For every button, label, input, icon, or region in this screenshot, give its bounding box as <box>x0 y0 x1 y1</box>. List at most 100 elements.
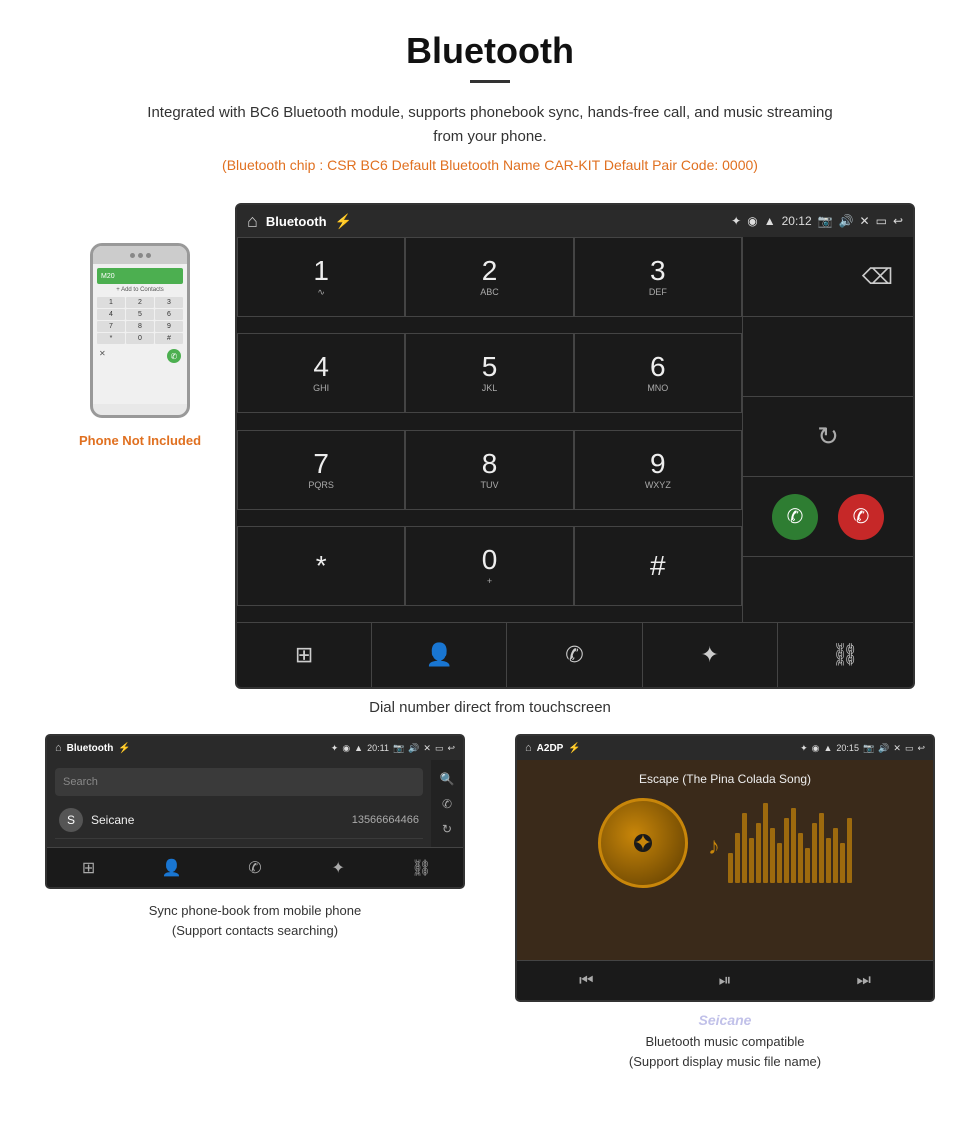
contact-number: 13566664466 <box>352 814 419 826</box>
main-caption: Dial number direct from touchscreen <box>0 699 980 716</box>
location-icon: ◉ <box>747 214 757 228</box>
phone-key: 3 <box>155 297 183 308</box>
key-6[interactable]: 6MNO <box>574 333 742 413</box>
key-4[interactable]: 4GHI <box>237 333 405 413</box>
music-home-icon: ⌂ <box>525 742 532 754</box>
phone-key: 8 <box>126 321 154 332</box>
hangup-button[interactable]: ✆ <box>838 494 884 540</box>
pb-link-btn[interactable]: ⛓ <box>380 848 463 887</box>
bluetooth-specs: (Bluetooth chip : CSR BC6 Default Blueto… <box>20 157 960 173</box>
key-hash[interactable]: # <box>574 526 742 606</box>
dial-status-bar: ⌂ Bluetooth ⚡ ✦ ◉ ▲ 20:12 📷 🔊 ✕ ▭ ↩ <box>237 205 913 237</box>
music-content: ✦ ♪ <box>529 798 921 888</box>
bluetooth-status-icon: ✦ <box>731 214 741 228</box>
music-next-btn[interactable]: ⏭ <box>794 961 933 1000</box>
music-caption: Bluetooth music compatible (Support disp… <box>629 1032 821 1071</box>
eq-bar <box>805 848 810 883</box>
key-2[interactable]: 2ABC <box>405 237 573 317</box>
contacts-nav-button[interactable]: 👤 <box>372 623 507 687</box>
dialpad-nav-button[interactable]: ⊞ <box>237 623 372 687</box>
camera-icon: 📷 <box>818 214 833 228</box>
location-icon-small: ◉ <box>342 743 350 754</box>
dial-area: 1∿ 2ABC 3DEF 4GHI 5JKL 6MNO 7PQR <box>237 237 913 622</box>
music-bottom-nav: ⏮ ⏯ ⏭ <box>517 960 933 1000</box>
eq-bar <box>756 823 761 883</box>
x-icon: ✕ <box>423 743 431 754</box>
bluetooth-nav-button[interactable]: ✦ <box>643 623 778 687</box>
phone-key: 1 <box>97 297 125 308</box>
seicane-watermark: Seicane <box>699 1012 752 1028</box>
music-screen: ⌂ A2DP ⚡ ✦ ◉ ▲ 20:15 📷 🔊 ✕ ▭ ↩ Escape <box>515 734 935 1002</box>
key-7[interactable]: 7PQRS <box>237 430 405 510</box>
call-icon-right[interactable]: ✆ <box>442 797 452 811</box>
signal-icon: ▲ <box>764 214 776 228</box>
key-1[interactable]: 1∿ <box>237 237 405 317</box>
pb-contacts-btn[interactable]: 👤 <box>130 848 213 887</box>
bt-icon-small: ✦ <box>331 743 339 754</box>
phone-key: 4 <box>97 309 125 320</box>
contact-row[interactable]: S Seicane 13566664466 <box>55 802 423 839</box>
key-5[interactable]: 5JKL <box>405 333 573 413</box>
fullscreen-icon: ▭ <box>876 214 887 228</box>
time-display: 20:12 <box>782 214 812 228</box>
redial-area[interactable]: ↻ <box>743 397 913 477</box>
music-status-right: ✦ ◉ ▲ 20:15 📷 🔊 ✕ ▭ ↩ <box>800 743 925 754</box>
phonebook-search-bar[interactable]: Search <box>55 768 423 796</box>
music-vol-icon: 🔊 <box>878 743 889 754</box>
empty-area <box>743 317 913 397</box>
pb-dialpad-btn[interactable]: ⊞ <box>47 848 130 887</box>
key-star[interactable]: * <box>237 526 405 606</box>
contact-avatar: S <box>59 808 83 832</box>
pb-call-btn[interactable]: ✆ <box>213 848 296 887</box>
music-usb-icon: ⚡ <box>568 743 580 754</box>
music-body: Escape (The Pina Colada Song) ✦ ♪ <box>517 760 933 960</box>
eq-bar <box>840 843 845 883</box>
phone-top-bar <box>93 246 187 264</box>
call-log-nav-button[interactable]: ✆ <box>507 623 642 687</box>
status-right: ✦ ◉ ▲ 20:12 📷 🔊 ✕ ▭ ↩ <box>731 214 903 228</box>
volume-icon: 🔊 <box>839 214 854 228</box>
phonebook-title: Bluetooth <box>67 743 114 754</box>
music-prev-btn[interactable]: ⏮ <box>517 961 656 1000</box>
link-nav-button[interactable]: ⛓ <box>778 623 913 687</box>
signal-icon-small: ▲ <box>354 743 363 753</box>
phonebook-caption: Sync phone-book from mobile phone (Suppo… <box>149 901 361 940</box>
key-9[interactable]: 9WXYZ <box>574 430 742 510</box>
key-0[interactable]: 0+ <box>405 526 573 606</box>
key-3[interactable]: 3DEF <box>574 237 742 317</box>
dial-screen-title: Bluetooth <box>266 214 327 229</box>
music-playpause-btn[interactable]: ⏯ <box>656 961 795 1000</box>
music-full-icon: ▭ <box>905 743 914 754</box>
phone-key: * <box>97 333 125 344</box>
home-icon: ⌂ <box>247 211 258 232</box>
music-bt-icon-center: ✦ <box>634 830 652 856</box>
watermark: Seicane <box>699 1010 752 1028</box>
phone-dialpad: 1 2 3 4 5 6 7 8 9 * 0 # <box>97 297 183 344</box>
phonebook-time: 20:11 <box>367 743 389 753</box>
album-art: ✦ <box>598 798 688 888</box>
key-8[interactable]: 8TUV <box>405 430 573 510</box>
vol-icon: 🔊 <box>408 743 419 754</box>
phonebook-content: Search S Seicane 13566664466 <box>47 760 431 847</box>
phone-key: 0 <box>126 333 154 344</box>
phonebook-bottom-nav: ⊞ 👤 ✆ ✦ ⛓ <box>47 847 463 887</box>
redial-icon: ↻ <box>817 421 839 452</box>
eq-bar <box>847 818 852 883</box>
backspace-icon[interactable]: ⌫ <box>862 264 893 290</box>
phone-key: 9 <box>155 321 183 332</box>
phone-key: 7 <box>97 321 125 332</box>
phone-call-button[interactable]: ✆ <box>167 349 181 363</box>
backspace-area: ⌫ <box>743 237 913 317</box>
eq-bar <box>826 838 831 883</box>
eq-bar <box>735 833 740 883</box>
close-icon: ✕ <box>860 214 870 228</box>
contact-name: Seicane <box>91 813 352 827</box>
answer-button[interactable]: ✆ <box>772 494 818 540</box>
search-icon-right[interactable]: 🔍 <box>440 772 455 786</box>
pb-bt-btn[interactable]: ✦ <box>297 848 380 887</box>
eq-bar <box>728 853 733 883</box>
sync-icon-right[interactable]: ↻ <box>442 822 452 836</box>
phonebook-body: Search S Seicane 13566664466 🔍 ✆ ↻ <box>47 760 463 847</box>
page-title: Bluetooth <box>20 30 960 72</box>
phonebook-home-icon: ⌂ <box>55 742 62 754</box>
